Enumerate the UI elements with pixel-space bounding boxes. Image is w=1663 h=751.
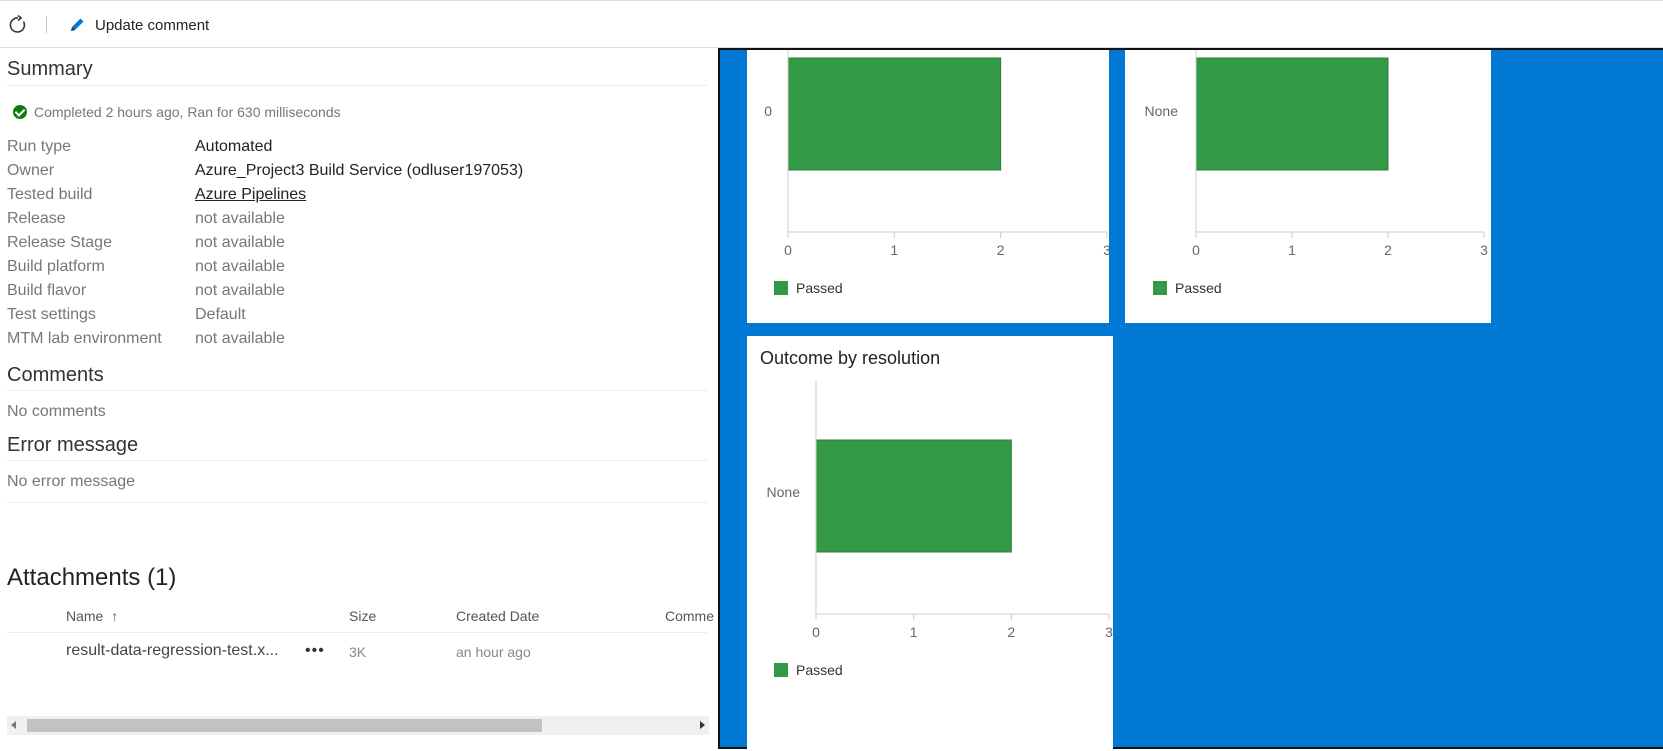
mtm-lab-env-value: not available (195, 330, 285, 347)
update-comment-button[interactable]: Update comment (68, 15, 209, 35)
legend-label: Passed (796, 280, 843, 296)
attachment-name-link[interactable]: result-data-regression-test.x... (66, 642, 279, 660)
x-tick-label: 0 (812, 624, 820, 640)
bar-chart: None 0 1 2 3 (767, 380, 1113, 640)
column-header-created-date[interactable]: Created Date (456, 608, 539, 624)
chart-card-outcome-by-resolution: Outcome by resolution None 0 1 2 3 Passed (747, 336, 1113, 749)
test-settings-value: Default (195, 306, 246, 323)
x-tick-label: 3 (1105, 624, 1113, 640)
bar (787, 57, 1002, 171)
table-header-divider (7, 632, 707, 633)
test-settings-label: Test settings (7, 306, 96, 323)
divider (7, 390, 707, 391)
legend-swatch (774, 663, 788, 677)
scroll-right-arrow-icon[interactable] (700, 721, 705, 729)
comments-text: No comments (7, 403, 106, 420)
run-type-label: Run type (7, 138, 72, 155)
horizontal-scrollbar[interactable] (7, 716, 709, 735)
scroll-left-arrow-icon[interactable] (11, 721, 16, 729)
column-header-size[interactable]: Size (349, 608, 376, 624)
legend: Passed (1153, 280, 1222, 296)
release-label: Release (7, 210, 66, 227)
column-name-label: Name (66, 608, 104, 624)
legend-label: Passed (1175, 280, 1222, 296)
build-flavor-label: Build flavor (7, 282, 87, 299)
sort-ascending-icon: ↑ (111, 608, 119, 624)
status-text: Completed 2 hours ago, Ran for 630 milli… (34, 104, 341, 120)
x-tick-label: 0 (1192, 242, 1200, 258)
tested-build-link[interactable]: Azure Pipelines (195, 186, 306, 204)
summary-title: Summary (7, 58, 93, 80)
run-status: Completed 2 hours ago, Ran for 630 milli… (13, 104, 341, 120)
scrollbar-thumb[interactable] (27, 719, 542, 732)
legend-swatch (1153, 281, 1167, 295)
owner-value: Azure_Project3 Build Service (odluser197… (195, 162, 524, 179)
run-details-panel: Summary Completed 2 hours ago, Ran for 6… (0, 48, 718, 751)
owner-label: Owner (7, 162, 55, 179)
category-label: 0 (764, 103, 772, 119)
attachment-created-date: an hour ago (456, 644, 531, 660)
category-label: None (767, 484, 801, 500)
run-type-value: Automated (195, 138, 273, 155)
x-tick-label: 3 (1480, 242, 1488, 258)
category-label: None (1145, 103, 1179, 119)
x-tick-label: 2 (1384, 242, 1392, 258)
refresh-icon[interactable] (8, 14, 28, 35)
attachments-title: Attachments (1) (7, 564, 177, 591)
legend-label: Passed (796, 662, 843, 678)
x-tick-label: 0 (784, 242, 792, 258)
divider (7, 85, 707, 86)
legend: Passed (774, 662, 843, 678)
release-stage-value: not available (195, 234, 285, 251)
check-circle-icon (13, 105, 27, 119)
column-header-name[interactable]: Name ↑ (66, 608, 118, 624)
charts-overlay: 00123 Passed None 0 1 2 3 Passed Outcome by … (718, 48, 1663, 749)
error-title: Error message (7, 434, 139, 456)
more-actions-button[interactable]: ••• (305, 642, 325, 660)
release-stage-label: Release Stage (7, 234, 112, 251)
divider (7, 460, 707, 461)
release-value: not available (195, 210, 285, 227)
bar (815, 439, 1012, 553)
divider (7, 502, 707, 503)
bar (1195, 57, 1389, 171)
attachment-size: 3K (349, 644, 367, 660)
legend: Passed (774, 280, 843, 296)
toolbar-separator (46, 16, 47, 33)
x-tick-label: 3 (1103, 242, 1109, 258)
pencil-icon (71, 18, 84, 31)
update-comment-label: Update comment (95, 16, 210, 34)
toolbar: Update comment (0, 1, 1663, 48)
x-tick-label: 1 (910, 624, 918, 640)
x-tick-label: 1 (1288, 242, 1296, 258)
legend-swatch (774, 281, 788, 295)
mtm-lab-env-label: MTM lab environment (7, 330, 162, 347)
chart-card-outcome-by-failure-type: None 0 1 2 3 Passed (1125, 50, 1491, 323)
error-text: No error message (7, 473, 136, 490)
build-flavor-value: not available (195, 282, 285, 299)
chart-card-outcome-by-priority: 0 0 1 2 3 Passed (747, 50, 1109, 323)
x-tick-label: 1 (890, 242, 898, 258)
column-header-comment[interactable]: Comme (665, 608, 714, 624)
x-tick-label: 2 (997, 242, 1005, 258)
build-platform-label: Build platform (7, 258, 105, 275)
comments-title: Comments (7, 364, 104, 386)
tested-build-label: Tested build (7, 186, 93, 203)
x-tick-label: 2 (1007, 624, 1015, 640)
build-platform-value: not available (195, 258, 285, 275)
